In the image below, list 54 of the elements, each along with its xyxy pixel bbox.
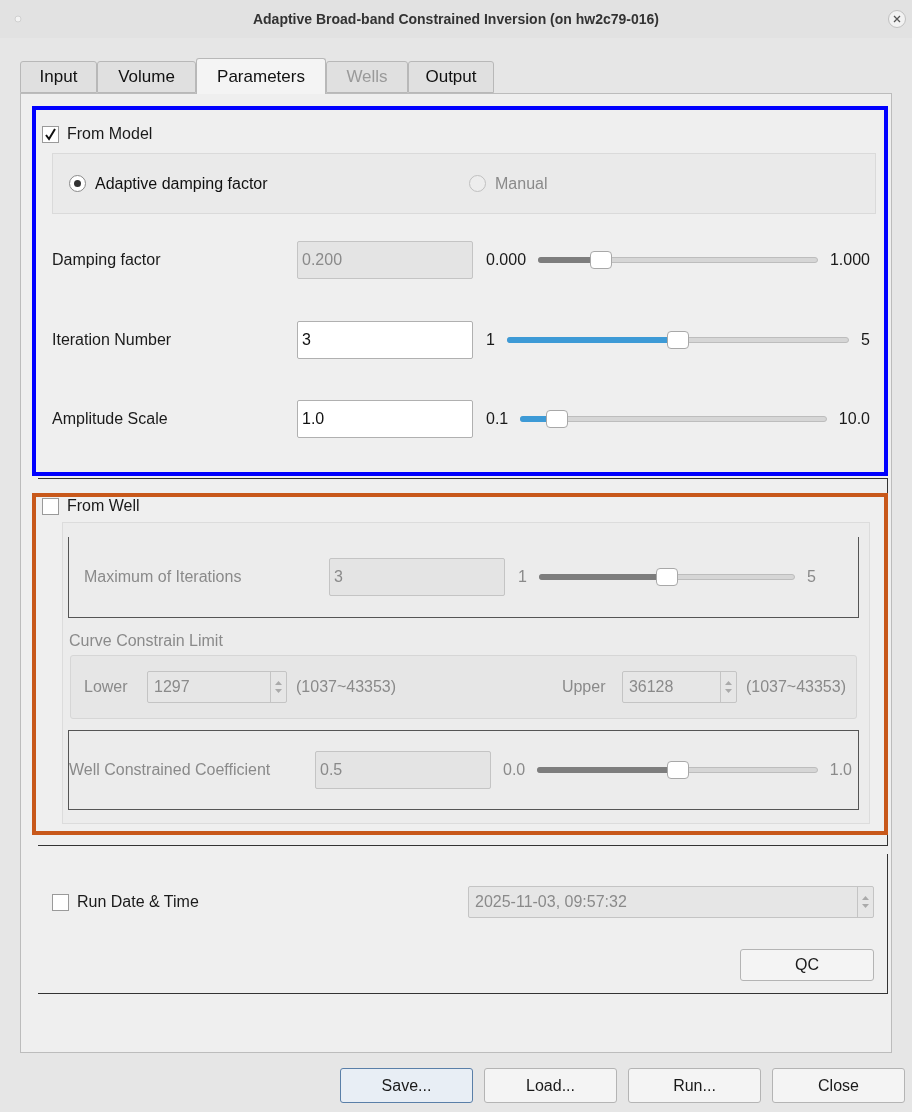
qc-button[interactable]: QC	[740, 949, 874, 981]
tab[interactable]: Volume	[97, 61, 196, 93]
field-label: Iteration Number	[52, 330, 173, 350]
field-label: Well Constrained Coefficient	[69, 760, 272, 780]
dialog-button[interactable]: Save...	[340, 1068, 473, 1103]
spin-arrows-icon	[274, 679, 283, 695]
field-label: Upper	[561, 677, 607, 697]
close-button[interactable]	[888, 10, 906, 28]
tab[interactable]: Output	[408, 61, 494, 93]
tab[interactable]: Input	[20, 61, 97, 93]
input-field[interactable]: 3	[297, 321, 473, 359]
checkbox-label[interactable]: From Model	[67, 122, 153, 146]
field-label: Amplitude Scale	[52, 409, 169, 429]
slider-max-label: 1.0	[829, 760, 852, 780]
slider-thumb[interactable]	[545, 410, 568, 428]
slider-max-label: 10.0	[838, 409, 870, 429]
slider[interactable]	[537, 760, 818, 780]
tab[interactable]: Parameters	[196, 58, 326, 94]
field-label: Maximum of Iterations	[84, 567, 243, 587]
radio-label[interactable]: Adaptive damping factor	[95, 171, 268, 196]
radio-button[interactable]	[69, 175, 86, 192]
checkbox-label[interactable]: From Well	[67, 494, 140, 518]
range-label: (1037~43353)	[296, 677, 397, 697]
field-label: Lower	[84, 677, 129, 697]
group-title: Curve Constrain Limit	[69, 631, 224, 649]
window-dot-icon	[14, 15, 22, 23]
slider[interactable]	[538, 567, 796, 587]
slider-max-label: 5	[807, 567, 816, 587]
slider[interactable]	[538, 250, 818, 270]
slider-min-label: 0.1	[486, 409, 509, 429]
slider[interactable]	[506, 330, 850, 350]
checkbox[interactable]	[42, 125, 59, 143]
slider-min-label: 0.0	[503, 760, 526, 780]
close-icon	[893, 15, 901, 23]
spin-arrows-icon	[723, 679, 733, 695]
checkbox-label[interactable]: Run Date & Time	[77, 890, 468, 914]
range-label: (1037~43353)	[745, 677, 846, 697]
checkbox[interactable]	[52, 893, 69, 911]
dialog-button[interactable]: Close	[772, 1068, 905, 1103]
check-icon	[44, 127, 57, 141]
slider-min-label: 1	[518, 567, 527, 587]
window-title: Adaptive Broad-band Constrained Inversion (on hw2c79-016)	[251, 9, 661, 29]
input-field[interactable]: 1.0	[297, 400, 473, 438]
field-label: Damping factor	[52, 250, 162, 270]
checkbox[interactable]	[42, 497, 59, 515]
slider-max-label: 5	[861, 330, 870, 350]
slider-thumb[interactable]	[667, 331, 689, 349]
slider-min-label: 0.000	[486, 250, 527, 270]
spin-arrows-icon	[861, 894, 870, 910]
dialog-button[interactable]: Load...	[484, 1068, 617, 1103]
slider[interactable]	[520, 409, 827, 429]
slider-min-label: 1	[486, 330, 495, 350]
slider-max-label: 1.000	[829, 250, 870, 270]
dialog-button[interactable]: Run...	[628, 1068, 761, 1103]
